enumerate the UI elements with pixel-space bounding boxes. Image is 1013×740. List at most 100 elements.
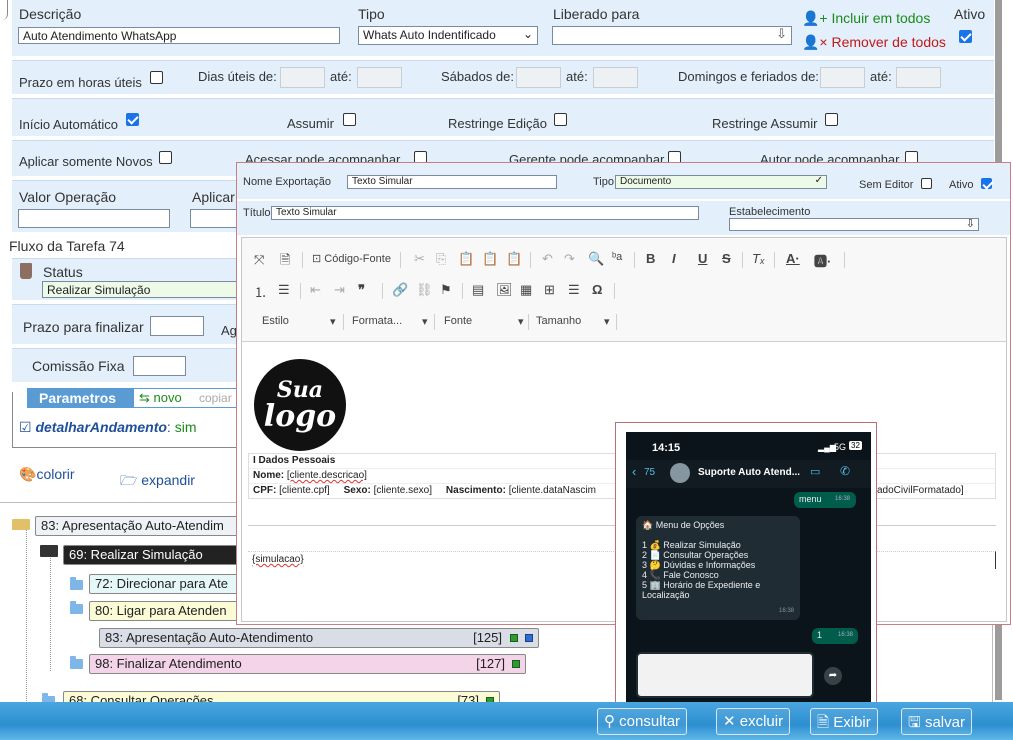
fluxo-title: Fluxo da Tarefa 74 xyxy=(9,238,125,254)
replace-icon[interactable]: ᵇa xyxy=(612,251,622,263)
find-icon[interactable]: 🔍 xyxy=(588,251,604,267)
numbered-list-icon[interactable]: ⒈ xyxy=(254,282,267,301)
image-icon[interactable]: 🖼 xyxy=(496,282,513,298)
status-input[interactable]: Realizar Simulação xyxy=(42,281,242,298)
back-icon[interactable]: ‹ xyxy=(632,464,636,479)
text-color-icon[interactable]: A· xyxy=(786,251,800,266)
underline-icon[interactable]: U xyxy=(698,251,707,266)
paste-icon[interactable]: 📋 xyxy=(458,251,474,267)
nome-exportacao-input[interactable]: Texto Simular xyxy=(347,175,557,189)
dias-uteis-ate-label: até: xyxy=(330,69,352,84)
link-icon[interactable]: 🔗 xyxy=(392,282,408,298)
liberado-select[interactable]: ⇩ xyxy=(552,26,792,45)
excluir-label: excluir xyxy=(739,713,784,730)
strikethrough-icon[interactable]: S xyxy=(722,251,731,266)
descricao-input[interactable]: Auto Atendimento WhatsApp xyxy=(18,27,340,44)
size-dropdown[interactable]: Tamanho ▾ xyxy=(536,315,616,328)
italic-icon[interactable]: I xyxy=(672,251,676,266)
dias-uteis-ate-input[interactable] xyxy=(357,67,402,88)
modal-tipo-select[interactable]: Documento ✓ xyxy=(615,175,827,189)
ativo-checkbox[interactable] xyxy=(959,30,972,43)
background-color-icon[interactable]: 🅰· xyxy=(814,251,831,270)
sem-editor-checkbox[interactable] xyxy=(921,178,932,189)
anchor-flag-icon[interactable]: ⚑ xyxy=(440,282,452,298)
sabados-de-input[interactable] xyxy=(516,67,561,88)
prazo-finalizar-input[interactable] xyxy=(150,316,204,336)
remove-format-icon[interactable]: Tₓ xyxy=(752,251,765,266)
excluir-button[interactable]: ✕ excluir xyxy=(716,708,791,735)
outdent-icon[interactable]: ⇤ xyxy=(310,282,321,298)
param-item[interactable]: ☑ detalharAndamento: sim xyxy=(19,419,196,436)
font-dropdown[interactable]: Fonte ▾ xyxy=(444,315,530,328)
redo-icon[interactable]: ↷ xyxy=(564,251,575,267)
tree-guide-line xyxy=(26,527,27,703)
box-icon[interactable]: ▤ xyxy=(472,282,484,298)
restringe-assumir-label: Restringe Assumir xyxy=(712,116,818,131)
estabelecimento-select[interactable]: ⇩ xyxy=(729,218,979,231)
paste-text-icon[interactable]: 📋 xyxy=(482,251,498,267)
avatar xyxy=(670,463,690,483)
sexo-value: [cliente.sexo] xyxy=(373,485,433,496)
valor-operacao-input[interactable] xyxy=(18,209,170,228)
dias-uteis-de-input[interactable] xyxy=(280,67,325,88)
expandir-link[interactable]: 🗁 expandir xyxy=(120,470,195,494)
domingos-de-input[interactable] xyxy=(820,67,865,88)
copiar-link[interactable]: copiar xyxy=(199,391,232,405)
tree-item-98[interactable]: 98: Finalizar Atendimento [127] xyxy=(89,654,526,674)
tree-item-72[interactable]: 72: Direcionar para Ate xyxy=(89,574,243,594)
consultar-button[interactable]: ⚲ consultar xyxy=(597,708,688,735)
prazo-horas-checkbox[interactable] xyxy=(150,71,163,84)
special-char-icon[interactable]: Ω xyxy=(592,282,602,297)
cut-icon[interactable]: ✂ xyxy=(414,251,425,267)
inicio-automatico-checkbox[interactable] xyxy=(126,113,139,126)
tree-item-69[interactable]: 69: Realizar Simulação xyxy=(63,545,243,565)
restringe-edicao-checkbox[interactable] xyxy=(554,113,567,126)
sabados-ate-input[interactable] xyxy=(593,67,638,88)
tree-item-83[interactable]: 83: Apresentação Auto-Atendim xyxy=(35,516,245,536)
format-dropdown[interactable]: Formata... ▾ xyxy=(352,315,434,328)
domingos-ate-input[interactable] xyxy=(896,67,941,88)
tree-item-80[interactable]: 80: Ligar para Atenden xyxy=(89,601,243,621)
video-call-icon[interactable]: ▭ xyxy=(810,465,820,478)
incluir-todos-link[interactable]: 👤+ Incluir em todos xyxy=(802,10,930,27)
toolbar-separator xyxy=(300,283,301,299)
cpf-label: CPF: xyxy=(253,485,277,496)
phone-call-icon[interactable]: ✆ xyxy=(840,464,850,478)
folder-icon xyxy=(70,656,83,669)
maximize-icon[interactable]: ⤧ xyxy=(254,252,264,268)
copy-icon[interactable]: ⎘ xyxy=(436,251,446,267)
flash-icon[interactable]: ▦ xyxy=(520,282,532,298)
restringe-assumir-checkbox[interactable] xyxy=(825,113,838,126)
salvar-button[interactable]: 🖫 salvar xyxy=(901,708,972,735)
add-user-icon: 👤+ xyxy=(802,10,828,26)
tree-item-83-ref[interactable]: 83: Apresentação Auto-Atendimento [125] xyxy=(99,628,539,648)
horizontal-rule-icon[interactable]: ☰ xyxy=(568,282,580,298)
table-icon[interactable]: ⊞ xyxy=(544,282,555,298)
modal-ativo-checkbox[interactable] xyxy=(981,178,992,189)
indent-icon[interactable]: ⇥ xyxy=(334,282,345,298)
tipo-select[interactable]: Whats Auto Indentificado ⌄ xyxy=(358,26,538,45)
remove-user-icon: 👤× xyxy=(802,34,828,50)
style-dropdown[interactable]: Estilo ▾ xyxy=(262,315,342,328)
aplicar-novos-checkbox[interactable] xyxy=(159,151,172,164)
colorir-link[interactable]: 🎨colorir xyxy=(19,466,75,483)
titulo-input[interactable]: Texto Simular xyxy=(271,206,699,220)
remover-todos-link[interactable]: 👤× Remover de todos xyxy=(802,34,946,51)
blockquote-icon[interactable]: ❞ xyxy=(358,282,365,298)
unlink-icon[interactable]: ⛓ xyxy=(416,282,433,298)
undo-icon[interactable]: ↶ xyxy=(542,251,553,267)
menu-title: 🏠 Menu de Opções xyxy=(642,520,794,530)
trash-icon[interactable] xyxy=(20,263,32,279)
exibir-button[interactable]: 🗎 Exibir xyxy=(810,708,878,735)
forward-icon[interactable]: ➦ xyxy=(824,667,842,685)
comissao-input[interactable] xyxy=(133,356,186,376)
novo-link[interactable]: ⇆ novo xyxy=(139,390,182,406)
bold-icon[interactable]: B xyxy=(646,251,655,266)
source-code-button[interactable]: ⊡ Código-Fonte xyxy=(312,252,391,265)
bullet-list-icon[interactable]: ☰ xyxy=(278,282,290,298)
pdf-icon[interactable]: 🗎 xyxy=(280,251,290,273)
tipo-select-value: Whats Auto Indentificado xyxy=(363,28,496,42)
assumir-checkbox[interactable] xyxy=(343,113,356,126)
paste-word-icon[interactable]: 📋 xyxy=(506,251,522,267)
estado-civil-value: adoCivilFormatado] xyxy=(877,485,964,496)
